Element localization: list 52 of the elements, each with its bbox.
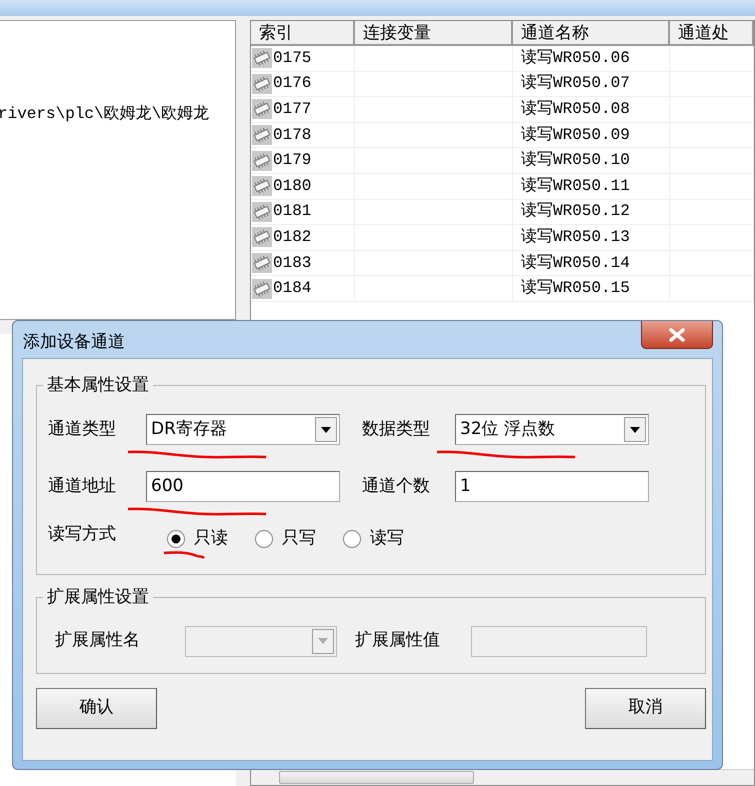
close-icon: [668, 326, 686, 342]
table-cell-text: 读写WR050.08: [521, 98, 630, 120]
radio-option[interactable]: 只写: [254, 526, 316, 552]
group-title: 扩展属性设置: [43, 586, 153, 608]
column-header[interactable]: 连接变量: [355, 21, 513, 46]
table-cell-text: 0177: [273, 98, 312, 120]
table-cell-text: 读写WR050.06: [521, 48, 630, 69]
column-header[interactable]: 索引: [251, 21, 355, 46]
path-text: rivers\plc\欧姆龙\欧姆龙: [0, 105, 210, 123]
dialog-button[interactable]: 取消: [585, 688, 706, 728]
input-field[interactable]: 1: [455, 471, 649, 502]
table-cell-text: 0179: [273, 150, 312, 172]
table-cell-text: 0184: [273, 278, 312, 300]
radio-button[interactable]: [254, 528, 274, 549]
dropdown-field[interactable]: DR寄存器: [146, 414, 340, 445]
field-label: 通道类型: [48, 418, 117, 441]
radio-option[interactable]: 读写: [342, 526, 404, 552]
table-cell-text: 读写WR050.12: [521, 200, 630, 222]
dropdown-field[interactable]: 32位 浮点数: [455, 414, 649, 445]
column-header[interactable]: 通道名称: [513, 21, 670, 46]
radio-option[interactable]: 只读: [166, 526, 228, 552]
dialog-button[interactable]: 确认: [36, 688, 157, 728]
field-label: 通道地址: [48, 474, 117, 498]
caret-icon: [629, 426, 641, 434]
field-label: 扩展属性值: [355, 629, 441, 652]
close-button[interactable]: [641, 321, 713, 349]
caret-icon: [317, 637, 329, 645]
caret-icon: [320, 426, 332, 434]
field-label: 扩展属性名: [55, 629, 141, 652]
table-cell-text: 0183: [273, 252, 312, 274]
table-cell-text: 0176: [273, 73, 312, 94]
table-cell-text: 读写WR050.07: [521, 72, 630, 94]
table-cell-text: 读写WR050.10: [521, 150, 630, 172]
table-cell-text: 0181: [273, 201, 312, 222]
table-cell-text: 读写WR050.13: [521, 226, 630, 248]
table-cell-text: 0182: [273, 226, 312, 248]
radio-button[interactable]: [166, 528, 186, 549]
radio-button[interactable]: [342, 528, 362, 549]
scrollbar[interactable]: [251, 769, 754, 785]
table-cell-text: 0180: [273, 176, 312, 197]
input-field[interactable]: 600: [146, 471, 340, 502]
table-cell-text: 0175: [273, 48, 312, 69]
table-cell-text: 读写WR050.11: [521, 176, 630, 197]
column-header[interactable]: 通道处: [670, 21, 754, 46]
table-cell-text: 读写WR050.14: [521, 252, 630, 274]
table-cell-text: 读写WR050.09: [521, 124, 630, 146]
field-label: 数据类型: [362, 418, 431, 441]
field-label: 读写方式: [48, 523, 117, 546]
table-cell-text: 读写WR050.15: [521, 278, 630, 300]
table-cell-text: 0178: [273, 124, 312, 146]
dialog-title: 添加设备通道: [23, 331, 125, 354]
field-label: 通道个数: [362, 474, 431, 498]
